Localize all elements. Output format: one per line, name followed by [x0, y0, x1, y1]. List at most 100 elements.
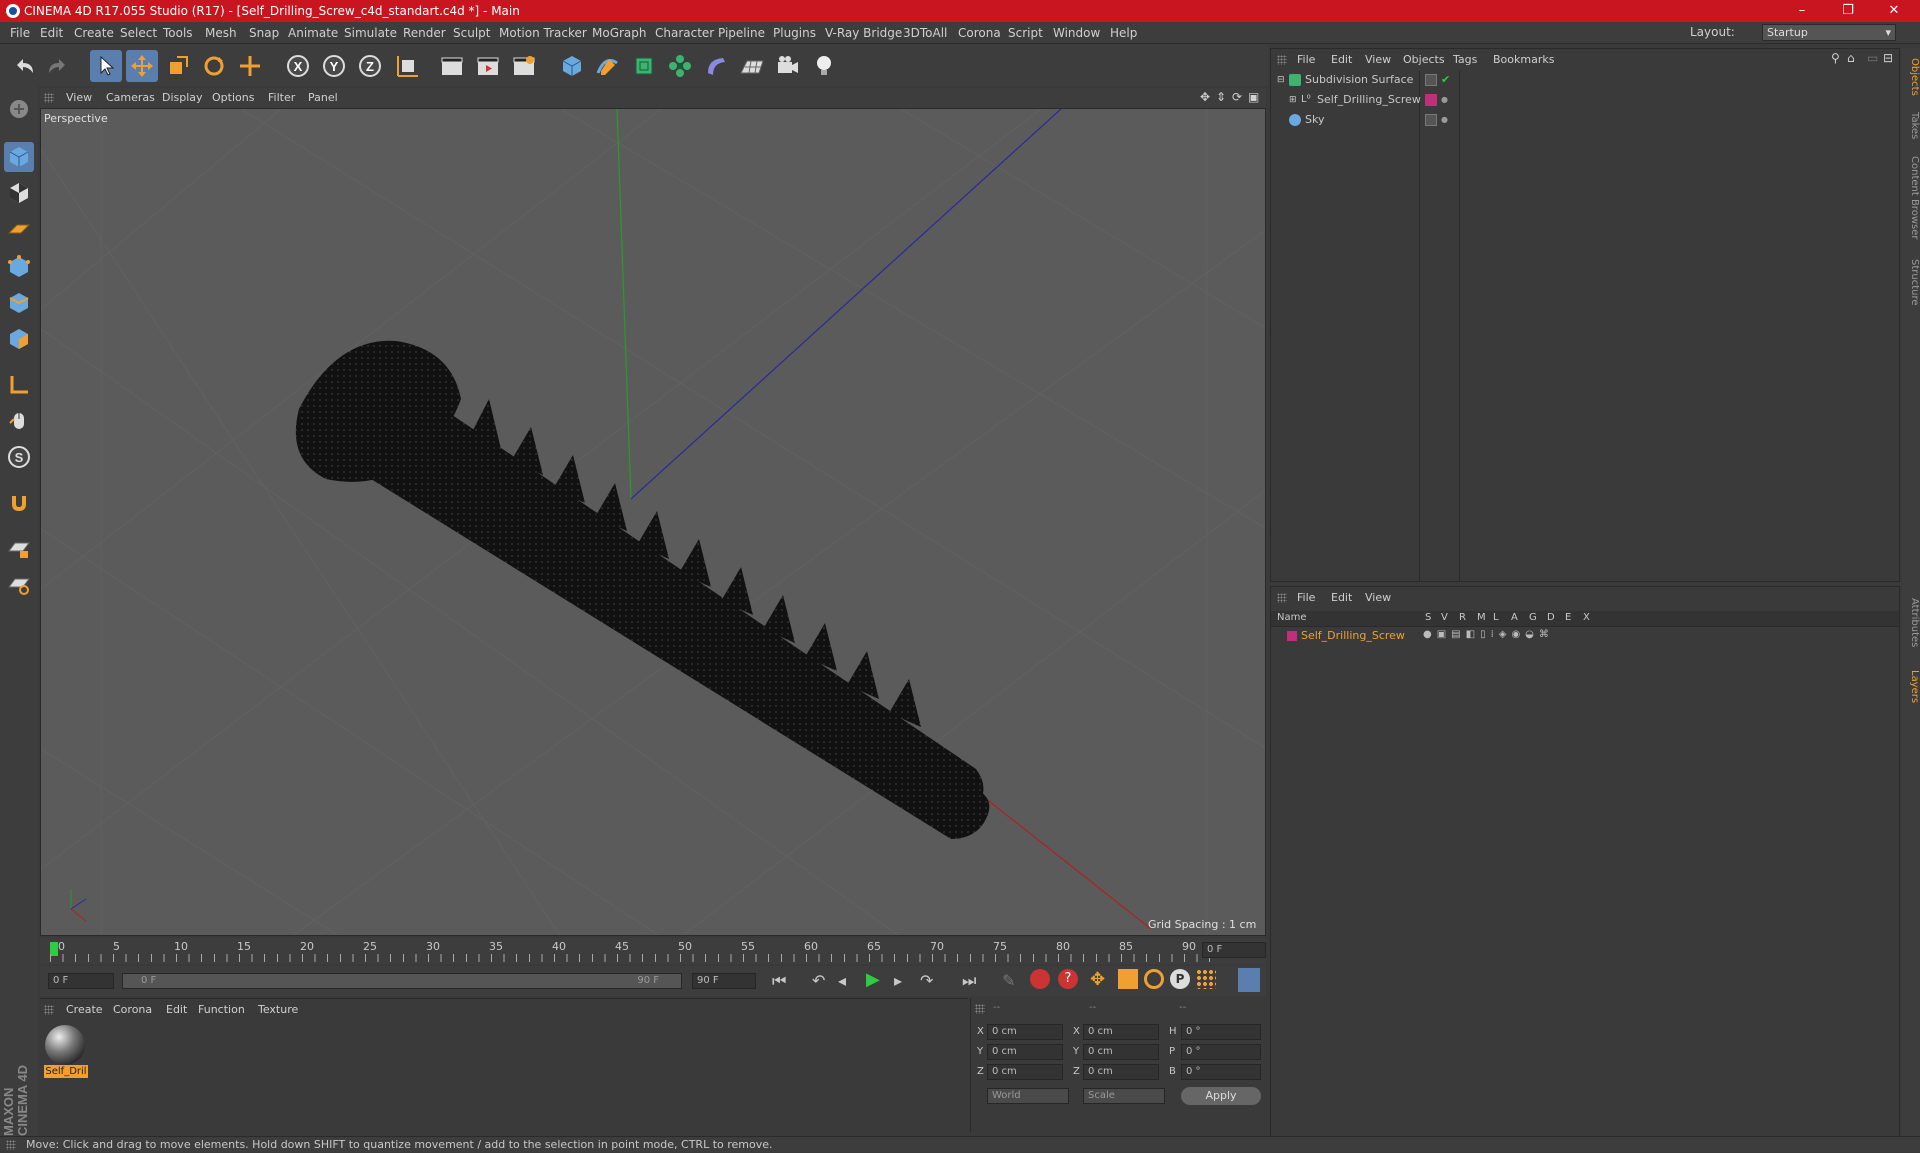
column-manager[interactable]: M	[1477, 612, 1486, 623]
menu-sculpt[interactable]: Sculpt	[453, 26, 490, 40]
size-z-field[interactable]: 0 cm	[1083, 1064, 1159, 1080]
add-floor-button[interactable]	[736, 50, 768, 82]
panel-grip-icon[interactable]	[1277, 55, 1287, 65]
panel-grip-icon[interactable]	[44, 93, 54, 103]
menu-render[interactable]: Render	[403, 26, 446, 40]
menu-animate[interactable]: Animate	[288, 26, 338, 40]
end-frame-field[interactable]: 90 F	[692, 973, 756, 989]
column-generators[interactable]: G	[1529, 612, 1537, 623]
column-render[interactable]: R	[1459, 612, 1466, 623]
menu-plugins[interactable]: Plugins	[773, 26, 816, 40]
tree-expand-icon[interactable]: ⊞	[1289, 91, 1297, 109]
tab-objects[interactable]: Objects	[1902, 52, 1920, 102]
column-xref[interactable]: X	[1583, 612, 1590, 623]
column-animation[interactable]: A	[1511, 612, 1518, 623]
position-y-field[interactable]: 0 cm	[987, 1044, 1063, 1060]
menu-edit[interactable]: Edit	[40, 26, 63, 40]
viewport-menu-display[interactable]: Display	[162, 91, 203, 104]
expand-icon[interactable]: ⊟	[1883, 51, 1893, 65]
add-camera-button[interactable]	[772, 50, 804, 82]
go-to-end-icon[interactable]: ⏭	[962, 971, 976, 991]
key-pla-icon[interactable]	[1196, 969, 1216, 989]
points-mode-button[interactable]	[4, 252, 34, 282]
close-button[interactable]: ✕	[1872, 0, 1916, 22]
key-scale-icon[interactable]	[1118, 969, 1138, 989]
grid-snap-button[interactable]	[4, 570, 34, 600]
rotation-b-field[interactable]: 0 °	[1181, 1064, 1261, 1080]
size-mode-select[interactable]: Scale	[1083, 1088, 1165, 1104]
autokey-icon[interactable]: ?	[1058, 969, 1078, 989]
column-locked[interactable]: L	[1493, 612, 1499, 623]
menu-window[interactable]: Window	[1053, 26, 1100, 40]
perspective-viewport[interactable]	[40, 108, 1266, 936]
add-deformer-button[interactable]	[700, 50, 732, 82]
objects-menu-file[interactable]: File	[1297, 53, 1315, 66]
add-generator-button[interactable]	[628, 50, 660, 82]
model-mode-button[interactable]	[4, 142, 34, 172]
rotation-p-field[interactable]: 0 °	[1181, 1044, 1261, 1060]
current-frame-field[interactable]: 0 F	[1202, 942, 1266, 958]
home-icon[interactable]: ⌂	[1847, 51, 1855, 65]
record-icon[interactable]	[1030, 969, 1050, 989]
add-cube-button[interactable]	[556, 50, 588, 82]
objects-menu-tags[interactable]: Tags	[1453, 53, 1477, 66]
layer-toggle-icons[interactable]: ●▣▤◧▯⁞◈◉◒⌘	[1423, 629, 1554, 640]
column-solo[interactable]: S	[1425, 612, 1431, 623]
collapse-icon[interactable]: ▭	[1867, 51, 1878, 65]
menu-mograph[interactable]: MoGraph	[592, 26, 647, 40]
menu-create[interactable]: Create	[74, 26, 114, 40]
material-menu-texture[interactable]: Texture	[258, 1003, 298, 1016]
previous-key-icon[interactable]: ↶	[812, 971, 825, 990]
transform-tool-button[interactable]	[234, 50, 266, 82]
maximize-button[interactable]: ❐	[1826, 0, 1870, 22]
menu-corona[interactable]: Corona	[958, 26, 1001, 40]
add-light-button[interactable]	[808, 50, 840, 82]
material-menu-edit[interactable]: Edit	[166, 1003, 187, 1016]
self-drilling-screw-mesh[interactable]	[295, 340, 990, 839]
size-y-field[interactable]: 0 cm	[1083, 1044, 1159, 1060]
next-frame-icon[interactable]: ▸	[894, 971, 902, 990]
layer-row[interactable]: Self_Drilling_Screw ●▣▤◧▯⁞◈◉◒⌘	[1271, 629, 1899, 645]
enabled-check-icon[interactable]: ✔	[1441, 71, 1450, 89]
material-menu-corona[interactable]: Corona	[113, 1003, 152, 1016]
menu-pipeline[interactable]: Pipeline	[718, 26, 765, 40]
position-x-field[interactable]: 0 cm	[987, 1024, 1063, 1040]
go-to-start-icon[interactable]: ⏮	[772, 971, 786, 991]
viewport-move-icon[interactable]: ✥	[1200, 90, 1210, 104]
menu-motion-tracker[interactable]: Motion Tracker	[499, 26, 587, 40]
menu-character[interactable]: Character	[655, 26, 714, 40]
next-key-icon[interactable]: ↷	[920, 971, 933, 990]
live-selection-button[interactable]	[90, 50, 122, 82]
x-axis-lock-button[interactable]: X	[282, 50, 314, 82]
layer-tag-icon[interactable]	[1425, 74, 1437, 86]
object-row-self-drilling-screw[interactable]: ⊞ L⁰ Self_Drilling_Screw ●	[1273, 91, 1920, 109]
menu-select[interactable]: Select	[120, 26, 157, 40]
menu-mesh[interactable]: Mesh	[205, 26, 237, 40]
layer-tag-icon[interactable]	[1425, 114, 1437, 126]
menu-snap[interactable]: Snap	[249, 26, 279, 40]
tweak-mode-button[interactable]	[4, 406, 34, 436]
column-expressions[interactable]: E	[1565, 612, 1571, 623]
grid-lock-button[interactable]	[4, 534, 34, 564]
polygons-mode-button[interactable]	[4, 324, 34, 354]
frame-range-slider[interactable]: 0 F 90 F	[122, 973, 682, 989]
position-z-field[interactable]: 0 cm	[987, 1064, 1063, 1080]
timeline-editor-icon[interactable]	[1238, 968, 1260, 992]
coordinate-system-button[interactable]	[392, 50, 424, 82]
viewport-menu-cameras[interactable]: Cameras	[106, 91, 155, 104]
tab-content-browser[interactable]: Content Browser	[1902, 148, 1920, 248]
z-axis-lock-button[interactable]: Z	[354, 50, 386, 82]
texture-mode-button[interactable]	[4, 178, 34, 208]
objects-menu-edit[interactable]: Edit	[1331, 53, 1352, 66]
coordinate-mode-select[interactable]: World	[987, 1088, 1069, 1104]
object-row-subdivision-surface[interactable]: ⊟ Subdivision Surface ✔	[1273, 71, 1920, 89]
render-settings-button[interactable]	[508, 50, 540, 82]
column-name[interactable]: Name	[1277, 612, 1307, 623]
visibility-dots-icon[interactable]: ●	[1441, 111, 1448, 129]
search-icon[interactable]: ⚲	[1831, 51, 1840, 65]
menu-help[interactable]: Help	[1110, 26, 1137, 40]
panel-grip-icon[interactable]	[1277, 593, 1287, 603]
column-deformers[interactable]: D	[1547, 612, 1555, 623]
key-move-icon[interactable]: ✥	[1090, 969, 1105, 990]
add-array-button[interactable]	[664, 50, 696, 82]
